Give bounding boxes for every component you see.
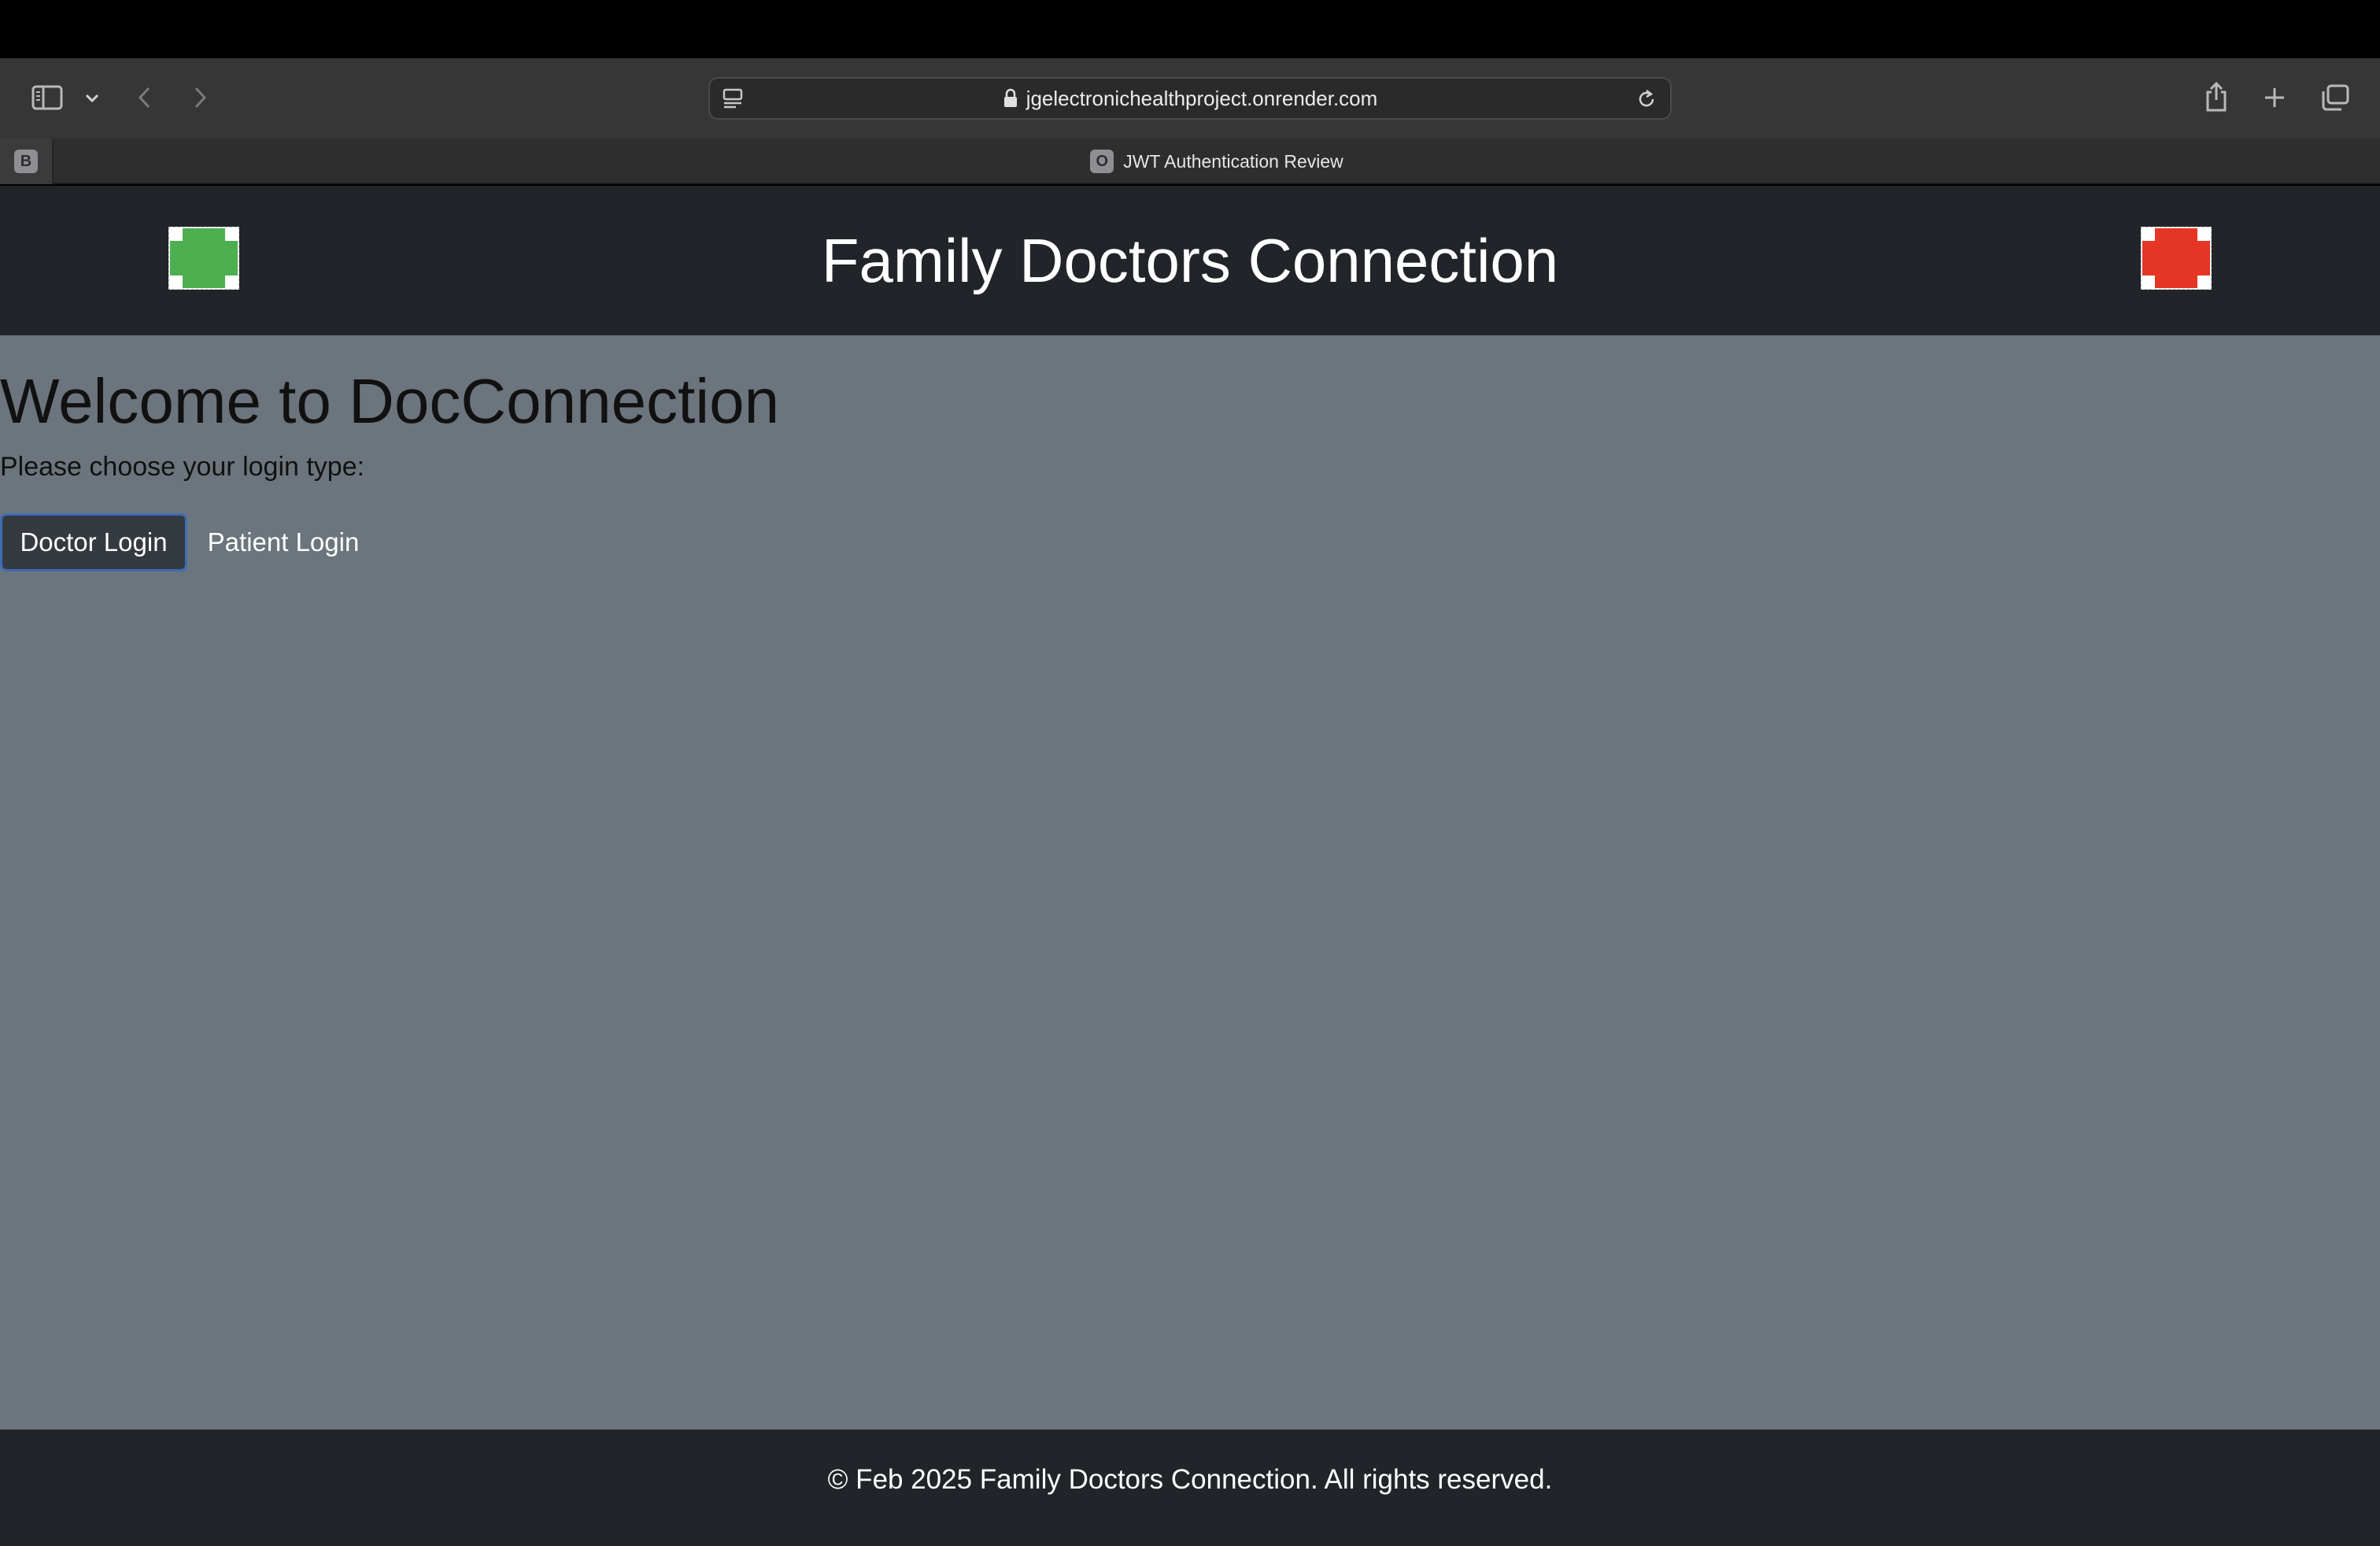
tab-active[interactable]: O JWT Authentication Review — [54, 139, 2380, 184]
site-header: Family Doctors Connection — [0, 186, 2380, 335]
chevron-right-icon[interactable] — [186, 82, 214, 113]
share-icon[interactable] — [2201, 79, 2232, 115]
medical-cross-icon — [2141, 227, 2212, 290]
tab-favicon: O — [1090, 150, 1114, 173]
pinned-tab-favicon: B — [14, 150, 38, 173]
sidebar-icon[interactable] — [30, 82, 65, 113]
url-text: jgelectronichealthproject.onrender.com — [1026, 86, 1378, 110]
tabs-overview-icon[interactable] — [2319, 82, 2352, 113]
chevron-down-icon[interactable] — [79, 87, 105, 110]
patient-login-button[interactable]: Patient Login — [197, 513, 370, 571]
lock-icon — [1003, 88, 1018, 109]
tab-title: JWT Authentication Review — [1123, 150, 1343, 172]
doctor-login-button[interactable]: Doctor Login — [0, 513, 187, 571]
site-title: Family Doctors Connection — [821, 225, 1559, 295]
plus-icon[interactable] — [2259, 82, 2290, 113]
footer-copyright: © Feb 2025 Family Doctors Connection. Al… — [827, 1464, 1553, 1495]
browser-toolbar: jgelectronichealthproject.onrender.com — [0, 58, 2380, 139]
address-bar[interactable]: jgelectronichealthproject.onrender.com — [708, 77, 1672, 120]
tab-bar: B O JWT Authentication Review — [0, 139, 2380, 184]
pinned-tab[interactable]: B — [0, 139, 54, 184]
reload-icon[interactable] — [1634, 87, 1659, 112]
site-footer: © Feb 2025 Family Doctors Connection. Al… — [0, 1429, 2380, 1546]
page-heading: Welcome to DocConnection — [0, 366, 780, 436]
login-prompt: Please choose your login type: — [0, 452, 365, 482]
web-page: Family Doctors Connection Welcome to Doc… — [0, 186, 2380, 1546]
system-menubar — [0, 0, 2380, 58]
chevron-left-icon[interactable] — [131, 82, 159, 113]
